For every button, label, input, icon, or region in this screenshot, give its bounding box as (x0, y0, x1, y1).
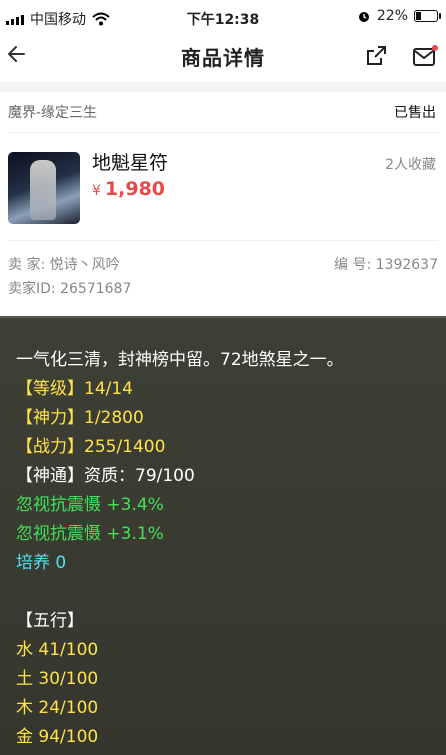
listing-header: 魔界-缘定三生 已售出 (8, 102, 438, 126)
stat-level: 【等级】14/14 (16, 379, 133, 399)
seller-label: 卖 家: (8, 257, 46, 273)
divider (8, 240, 438, 241)
wuxing-metal: 金 94/100 (16, 727, 99, 747)
serial-info: 编 号: 1392637 (334, 254, 438, 274)
item-name: 地魁星符 (92, 152, 169, 174)
listing-card: 魔界-缘定三生 已售出 地魁星符 ¥1,980 2人收藏 卖 家: 悦诗丶风吟 … (0, 92, 446, 308)
bonus-line-1: 忽视抗震慑 +3.4% (16, 495, 164, 515)
status-bar: 中国移动 下午12:38 22% (0, 0, 446, 34)
battery-percent: 22% (376, 8, 408, 24)
wuxing-wood: 木 24/100 (16, 698, 99, 718)
bonus-line-2: 忽视抗震慑 +3.1% (16, 524, 164, 544)
mail-icon[interactable] (412, 44, 438, 68)
serial-number: 1392637 (375, 257, 438, 273)
seller-info: 卖 家: 悦诗丶风吟 (8, 254, 120, 274)
wuxing-title: 【五行】 (16, 611, 84, 631)
wuxing-water: 水 41/100 (16, 640, 99, 660)
price-value: 1,980 (104, 178, 166, 200)
seller-id: 26571687 (60, 281, 132, 297)
item-thumbnail[interactable] (8, 152, 80, 224)
seller-id-info: 卖家ID: 26571687 (8, 278, 131, 298)
section-divider (0, 82, 446, 92)
wuxing-earth: 土 30/100 (16, 669, 99, 689)
stat-power: 【战力】255/1400 (16, 437, 166, 457)
stat-spirit: 【神力】1/2800 (16, 408, 144, 428)
item-intro: 一气化三清，封神榜中留。72地煞星之一。 (16, 350, 344, 370)
nav-bar: 商品详情 (0, 34, 446, 80)
favorite-count: 2人收藏 (385, 157, 436, 173)
share-icon[interactable] (364, 44, 388, 68)
currency-symbol: ¥ (92, 183, 101, 199)
alarm-icon (358, 12, 369, 22)
server-name: 魔界-缘定三生 (8, 105, 98, 121)
sold-status: 已售出 (394, 105, 436, 121)
status-right: 22% (357, 8, 441, 24)
divider (8, 132, 438, 133)
seller-id-label: 卖家ID: (8, 281, 56, 297)
item-price: ¥1,980 (92, 178, 165, 200)
serial-label: 编 号: (334, 257, 372, 273)
stat-ability: 【神通】资质：79/100 (16, 466, 195, 486)
item-description-panel: 一气化三清，封神榜中留。72地煞星之一。 【等级】14/14 【神力】1/280… (0, 316, 446, 755)
cultivate-line: 培养 0 (16, 553, 67, 573)
battery-icon (414, 10, 441, 22)
seller-name: 悦诗丶风吟 (49, 257, 120, 273)
